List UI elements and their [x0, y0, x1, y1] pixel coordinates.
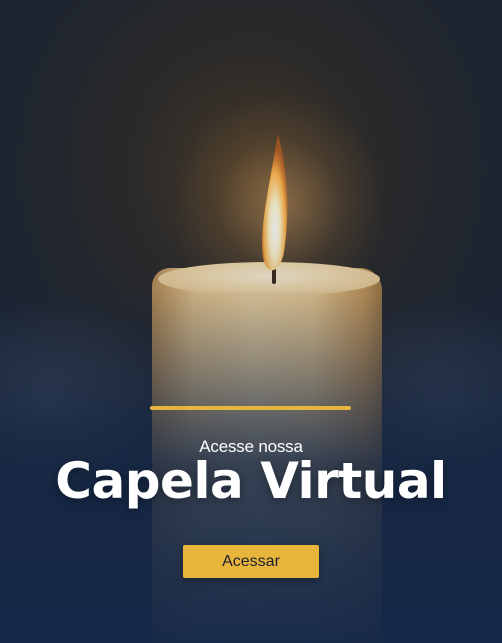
accent-divider [150, 406, 351, 410]
capela-virtual-banner: Acesse nossa Capela Virtual Acessar [0, 0, 502, 643]
banner-title: Capela Virtual [55, 452, 447, 510]
acessar-button[interactable]: Acessar [183, 545, 319, 578]
